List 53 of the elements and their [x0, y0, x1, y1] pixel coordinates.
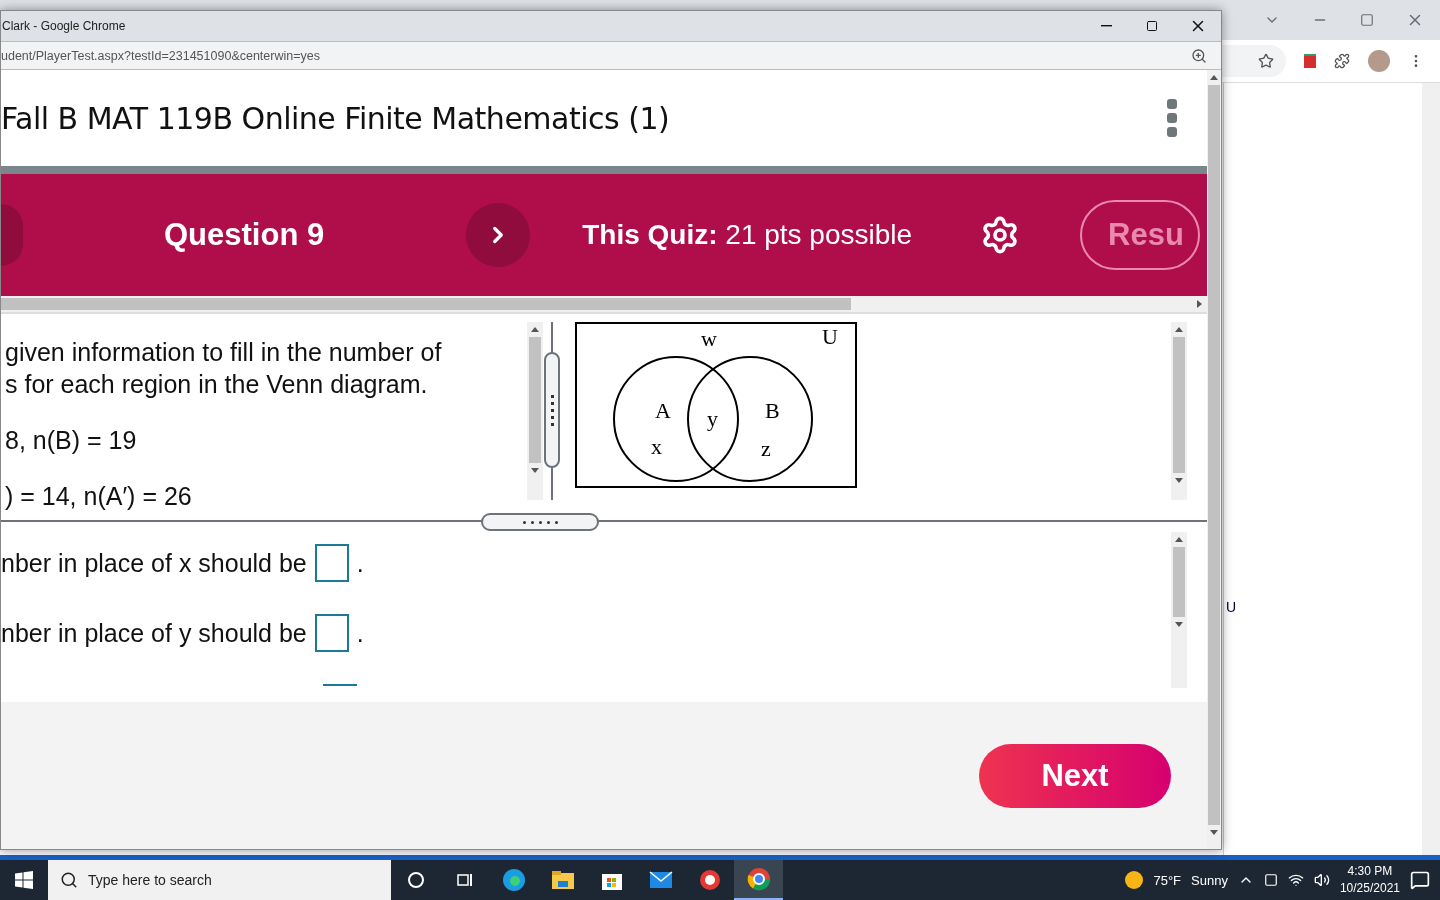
- maximize-icon: [1146, 20, 1158, 32]
- circle-icon: [406, 871, 425, 889]
- volume-icon[interactable]: [1313, 872, 1330, 888]
- answer-box[interactable]: [314, 544, 349, 582]
- sun-icon[interactable]: [1125, 871, 1144, 889]
- envelope-icon: [648, 871, 673, 889]
- wifi-icon[interactable]: [1287, 872, 1304, 888]
- more-menu-button[interactable]: [1167, 99, 1177, 137]
- url-text[interactable]: udent/PlayerTest.aspx?testId=231451090&centerwin=yes: [1, 48, 1185, 63]
- period-text: .: [356, 548, 364, 578]
- venn-diagram: w U A y B x z: [575, 322, 857, 488]
- scrollbar[interactable]: [1171, 532, 1187, 688]
- search-field[interactable]: Type here to search: [48, 860, 391, 900]
- weather-text[interactable]: Sunny: [1191, 872, 1228, 888]
- browser-logo-icon: [501, 868, 526, 892]
- question-text: ) = 14, n(A′) = 26: [5, 481, 193, 512]
- scrollbar[interactable]: [1422, 83, 1440, 855]
- scrollbar[interactable]: [1207, 70, 1221, 849]
- question-text: 8, n(B) = 19: [5, 425, 138, 456]
- zoom-in-icon: [1191, 47, 1207, 64]
- minimize-icon: [1100, 25, 1112, 27]
- answer-prompt: nber in place of x should be: [1, 548, 307, 578]
- chrome-logo-icon: [746, 867, 771, 891]
- window-title: Clark - Google Chrome: [1, 19, 127, 33]
- meet-icon[interactable]: [1263, 873, 1278, 887]
- puzzle-icon[interactable]: [1334, 53, 1350, 69]
- temperature-text[interactable]: 75°F: [1153, 872, 1182, 888]
- clock[interactable]: 4:30 PM 10/25/2021: [1339, 863, 1400, 897]
- answer-box[interactable]: [314, 614, 349, 652]
- avatar[interactable]: [1368, 50, 1390, 72]
- star-icon[interactable]: [1258, 53, 1274, 69]
- search-icon: [60, 871, 78, 889]
- horizontal-scrollbar[interactable]: [1, 296, 1207, 314]
- splitter-handle[interactable]: [481, 513, 599, 531]
- period-text: .: [356, 618, 364, 648]
- question-text: given information to fill in the number of: [5, 337, 443, 368]
- side-text: U: [1226, 599, 1237, 615]
- question-title: Question 9: [164, 217, 325, 253]
- chrome-button[interactable]: [734, 860, 783, 900]
- folder-icon: [550, 870, 575, 890]
- notification-icon[interactable]: [1410, 870, 1430, 890]
- maximize-icon[interactable]: [1360, 13, 1374, 27]
- quiz-points: This Quiz: 21 pts possible: [582, 219, 913, 251]
- course-title: Fall B MAT 119B Online Finite Mathematics (1): [1, 100, 670, 136]
- scrollbar[interactable]: [527, 322, 543, 500]
- splitter-handle[interactable]: [544, 352, 560, 468]
- next-button[interactable]: Next: [979, 743, 1171, 808]
- scrollbar[interactable]: [1171, 322, 1187, 500]
- answer-prompt: nber in place of y should be: [1, 618, 307, 648]
- question-text: s for each region in the Venn diagram.: [5, 369, 429, 400]
- windows-logo-icon: [15, 871, 33, 889]
- app-logo-icon: [698, 869, 721, 891]
- task-view-icon: [455, 871, 474, 889]
